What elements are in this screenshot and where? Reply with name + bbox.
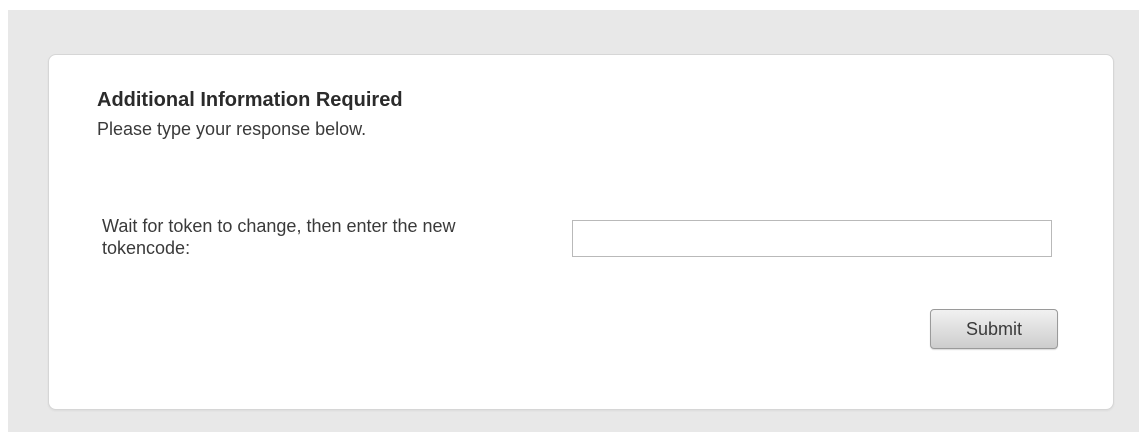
page-background: Additional Information Required Please t… [8, 10, 1139, 432]
tokencode-label: Wait for token to change, then enter the… [102, 216, 456, 258]
dialog-title: Additional Information Required [97, 89, 403, 111]
tokencode-input[interactable] [572, 220, 1052, 257]
submit-button[interactable]: Submit [930, 309, 1058, 349]
auth-dialog-panel: Additional Information Required Please t… [48, 54, 1114, 410]
dialog-subtitle: Please type your response below. [97, 119, 367, 139]
